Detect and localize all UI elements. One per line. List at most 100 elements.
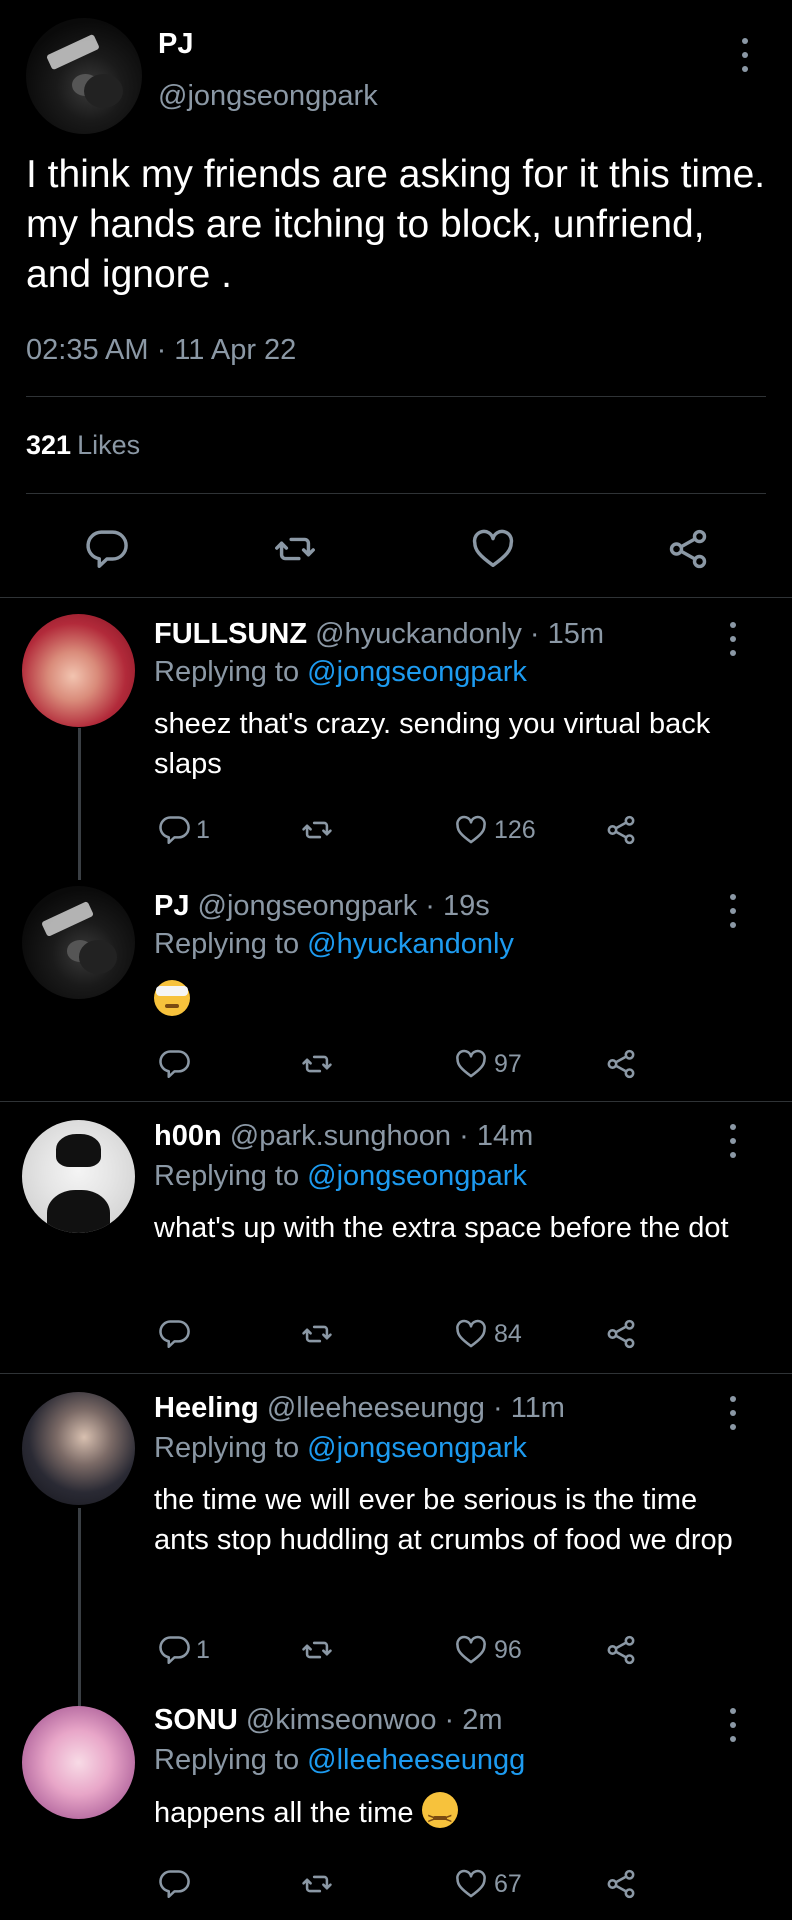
reply-tweet[interactable]: FULLSUNZ @hyuckandonly · 15m Replying to…	[0, 600, 792, 870]
reply-icon	[159, 1320, 190, 1349]
share-icon	[607, 1049, 635, 1079]
head-bandage-emoji	[154, 980, 190, 1016]
reply-button[interactable]: 1	[156, 810, 210, 850]
reply-count: 1	[196, 1635, 210, 1664]
more-icon[interactable]	[728, 1124, 738, 1158]
share-icon[interactable]	[665, 526, 711, 572]
author-handle[interactable]: @jongseongpark	[158, 80, 378, 113]
replying-to: Replying to @jongseongpark	[154, 1160, 527, 1192]
like-button[interactable]: 67	[454, 1864, 522, 1904]
likes-count: 321	[26, 430, 72, 460]
share-button[interactable]	[604, 810, 638, 850]
retweet-icon	[302, 1641, 332, 1659]
confounded-emoji	[421, 1792, 458, 1838]
retweet-button[interactable]	[300, 1044, 334, 1084]
like-count: 126	[494, 815, 536, 844]
avatar[interactable]	[26, 18, 142, 134]
reply-button[interactable]	[156, 1864, 190, 1904]
like-icon	[456, 815, 486, 844]
share-button[interactable]	[604, 1314, 638, 1354]
reply-tweet[interactable]: PJ @jongseongpark · 19s Replying to @hyu…	[0, 874, 792, 1100]
reply-icon[interactable]	[82, 526, 128, 572]
more-icon[interactable]	[728, 1708, 738, 1742]
replying-to-link[interactable]: @lleeheeseungg	[307, 1744, 525, 1776]
reply-text: what's up with the extra space before th…	[154, 1212, 729, 1244]
share-icon	[607, 1869, 635, 1899]
replying-to-link[interactable]: @jongseongpark	[307, 656, 527, 688]
like-icon	[456, 1635, 486, 1664]
avatar[interactable]	[22, 1706, 135, 1819]
retweet-button[interactable]	[300, 1864, 334, 1904]
reply-text: the time we will ever be serious is the …	[154, 1484, 733, 1556]
reply-button[interactable]	[156, 1044, 190, 1084]
retweet-icon[interactable]	[272, 526, 318, 572]
reply-icon	[159, 1050, 190, 1079]
reply-actions: 84	[154, 1314, 654, 1354]
retweet-button[interactable]	[300, 810, 334, 850]
share-button[interactable]	[604, 1630, 638, 1670]
likes-label: Likes	[77, 430, 141, 460]
replying-to: Replying to @jongseongpark	[154, 1432, 527, 1464]
likes-summary[interactable]: 321 Likes	[26, 430, 140, 461]
avatar[interactable]	[22, 1392, 135, 1505]
reply-header: Heeling @lleeheeseungg · 11m	[154, 1392, 565, 1425]
like-count: 96	[494, 1635, 522, 1664]
like-count: 67	[494, 1869, 522, 1898]
replying-to-link[interactable]: @jongseongpark	[307, 1160, 527, 1192]
like-icon	[456, 1869, 486, 1898]
share-button[interactable]	[604, 1864, 638, 1904]
retweet-icon	[302, 1325, 332, 1343]
author-name[interactable]: FULLSUNZ	[154, 618, 307, 650]
replying-to: Replying to @lleeheeseungg	[154, 1744, 526, 1776]
reply-text	[154, 980, 754, 1021]
replying-to-link[interactable]: @jongseongpark	[307, 1432, 527, 1464]
like-icon	[456, 1319, 486, 1348]
share-button[interactable]	[604, 1044, 638, 1084]
more-icon[interactable]	[728, 1396, 738, 1430]
reply-tweet[interactable]: h00n @park.sunghoon · 14m Replying to @j…	[0, 1102, 792, 1372]
avatar[interactable]	[22, 614, 135, 727]
more-icon[interactable]	[728, 894, 738, 928]
author-name[interactable]: PJ	[154, 890, 189, 922]
reply-actions: 1 96	[154, 1630, 654, 1670]
like-count: 97	[494, 1049, 522, 1078]
like-icon[interactable]	[470, 526, 516, 572]
reply-header: PJ @jongseongpark · 19s	[154, 890, 490, 923]
like-button[interactable]: 97	[454, 1044, 522, 1084]
author-meta: @park.sunghoon · 14m	[229, 1120, 534, 1152]
reply-icon	[159, 1636, 190, 1665]
share-icon	[607, 1635, 635, 1665]
reply-button[interactable]	[156, 1314, 190, 1354]
author-meta: @kimseonwoo · 2m	[245, 1704, 503, 1736]
reply-actions: 1 126	[154, 810, 654, 850]
avatar[interactable]	[22, 1120, 135, 1233]
like-button[interactable]: 126	[454, 810, 536, 850]
reply-tweet[interactable]: Heeling @lleeheeseungg · 11m Replying to…	[0, 1374, 792, 1692]
retweet-icon	[302, 1875, 332, 1893]
author-meta: @jongseongpark · 19s	[197, 890, 490, 922]
divider	[26, 493, 766, 494]
divider	[26, 396, 766, 397]
reply-icon	[159, 816, 190, 845]
more-icon[interactable]	[728, 622, 738, 656]
author-name[interactable]: Heeling	[154, 1392, 259, 1424]
retweet-button[interactable]	[300, 1314, 334, 1354]
retweet-button[interactable]	[300, 1630, 334, 1670]
replying-to-link[interactable]: @hyuckandonly	[307, 928, 514, 960]
share-icon	[607, 815, 635, 845]
more-icon[interactable]	[740, 38, 750, 72]
reply-tweet[interactable]: SONU @kimseonwoo · 2m Replying to @lleeh…	[0, 1692, 792, 1920]
reply-button[interactable]: 1	[156, 1630, 210, 1670]
tweet-text: I think my friends are asking for it thi…	[26, 153, 766, 296]
like-button[interactable]: 84	[454, 1314, 522, 1354]
retweet-icon	[302, 821, 332, 839]
author-name[interactable]: PJ	[158, 28, 193, 61]
tweet-actions	[0, 520, 792, 576]
author-name[interactable]: SONU	[154, 1704, 238, 1736]
author-name[interactable]: h00n	[154, 1120, 222, 1152]
reply-header: FULLSUNZ @hyuckandonly · 15m	[154, 618, 604, 651]
avatar[interactable]	[22, 886, 135, 999]
like-button[interactable]: 96	[454, 1630, 522, 1670]
reply-header: SONU @kimseonwoo · 2m	[154, 1704, 503, 1737]
author-meta: @lleeheeseungg · 11m	[266, 1392, 565, 1424]
